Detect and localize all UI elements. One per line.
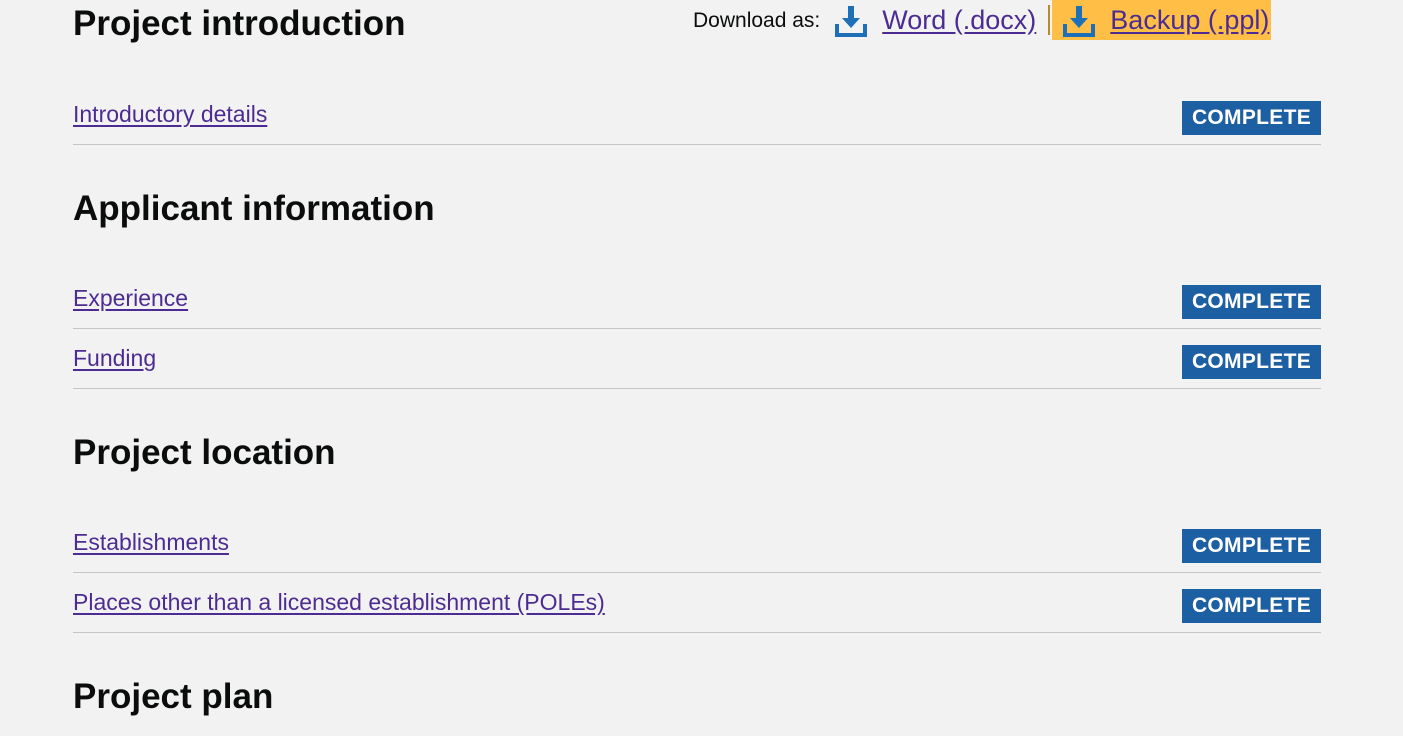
- download-options: Download as: Word (.docx) Backup (.ppl): [693, 0, 1272, 40]
- task-link-funding[interactable]: Funding: [73, 345, 156, 373]
- task-row: Funding COMPLETE: [73, 329, 1321, 389]
- task-link-poles[interactable]: Places other than a licensed establishme…: [73, 589, 605, 617]
- status-badge: COMPLETE: [1182, 345, 1321, 379]
- section-heading-applicant-information: Applicant information: [73, 189, 435, 228]
- task-row: Establishments COMPLETE: [73, 513, 1321, 573]
- download-backup-label: Backup (.ppl): [1110, 4, 1270, 35]
- task-link-introductory-details[interactable]: Introductory details: [73, 101, 267, 129]
- task-row: Places other than a licensed establishme…: [73, 573, 1321, 633]
- status-badge: COMPLETE: [1182, 285, 1321, 319]
- download-divider: [1048, 5, 1051, 35]
- download-icon: [835, 6, 868, 37]
- download-word-label: Word (.docx): [882, 4, 1037, 35]
- task-link-establishments[interactable]: Establishments: [73, 529, 229, 557]
- status-badge: COMPLETE: [1182, 101, 1321, 135]
- status-badge: COMPLETE: [1182, 589, 1321, 623]
- task-list-page: Project introduction Download as: Word (…: [0, 0, 1403, 736]
- download-label: Download as:: [693, 9, 821, 32]
- task-row: Experience COMPLETE: [73, 269, 1321, 329]
- status-badge: COMPLETE: [1182, 529, 1321, 563]
- task-link-experience[interactable]: Experience: [73, 285, 188, 313]
- download-word-link[interactable]: Word (.docx): [834, 0, 1036, 40]
- section-heading-project-introduction: Project introduction: [73, 4, 406, 43]
- section-heading-project-plan: Project plan: [73, 677, 274, 716]
- download-backup-link[interactable]: Backup (.ppl): [1052, 0, 1272, 40]
- task-row: Introductory details COMPLETE: [73, 85, 1321, 145]
- download-icon: [1063, 6, 1096, 37]
- section-heading-project-location: Project location: [73, 433, 336, 472]
